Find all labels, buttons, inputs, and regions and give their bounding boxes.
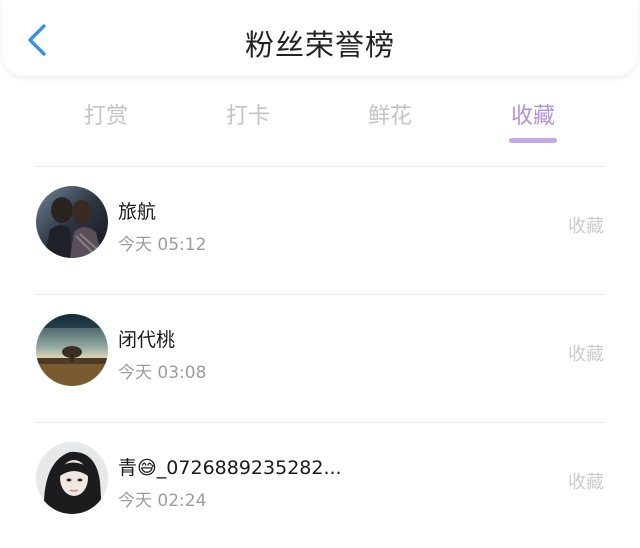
top-navigation-bar: 粉丝荣誉榜 — [2, 0, 638, 76]
fan-time: 今天 03:08 — [118, 363, 207, 383]
list-item[interactable]: 旅航 今天 05:12 收藏 — [0, 184, 640, 312]
list-divider — [36, 294, 604, 295]
fan-time: 今天 02:24 — [118, 491, 207, 511]
page-title: 粉丝荣誉榜 — [244, 28, 395, 62]
girl-portrait-avatar[interactable] — [36, 442, 108, 514]
fans-honor-page: 粉丝荣誉榜 打赏 打卡 鲜花 收藏 旅航 今天 05:12 收藏 闭代桃 今天 … — [0, 0, 640, 548]
list-item[interactable]: 青😅_0726889235282... 今天 02:24 收藏 — [0, 440, 640, 548]
list-divider — [36, 166, 604, 167]
list-item[interactable]: 闭代桃 今天 03:08 收藏 — [0, 312, 640, 440]
active-tab-indicator — [509, 138, 557, 143]
favorite-action-label: 收藏 — [568, 216, 604, 237]
list-divider — [36, 422, 604, 423]
landscape-tree-avatar[interactable] — [36, 314, 108, 386]
fan-name: 闭代桃 — [118, 329, 176, 351]
favorite-action-label: 收藏 — [568, 472, 604, 493]
tab-flowers[interactable]: 鲜花 — [335, 98, 445, 130]
tab-tipping[interactable]: 打赏 — [51, 98, 161, 130]
couple-photo-avatar[interactable] — [36, 186, 108, 258]
fan-name: 青😅_0726889235282... — [118, 457, 342, 479]
tab-checkin[interactable]: 打卡 — [193, 98, 303, 130]
fan-time: 今天 05:12 — [118, 235, 207, 255]
fan-name: 旅航 — [118, 201, 157, 223]
favorite-action-label: 收藏 — [568, 344, 604, 365]
tab-bar: 打赏 打卡 鲜花 收藏 — [0, 92, 640, 148]
tab-favorites[interactable]: 收藏 — [478, 98, 588, 130]
